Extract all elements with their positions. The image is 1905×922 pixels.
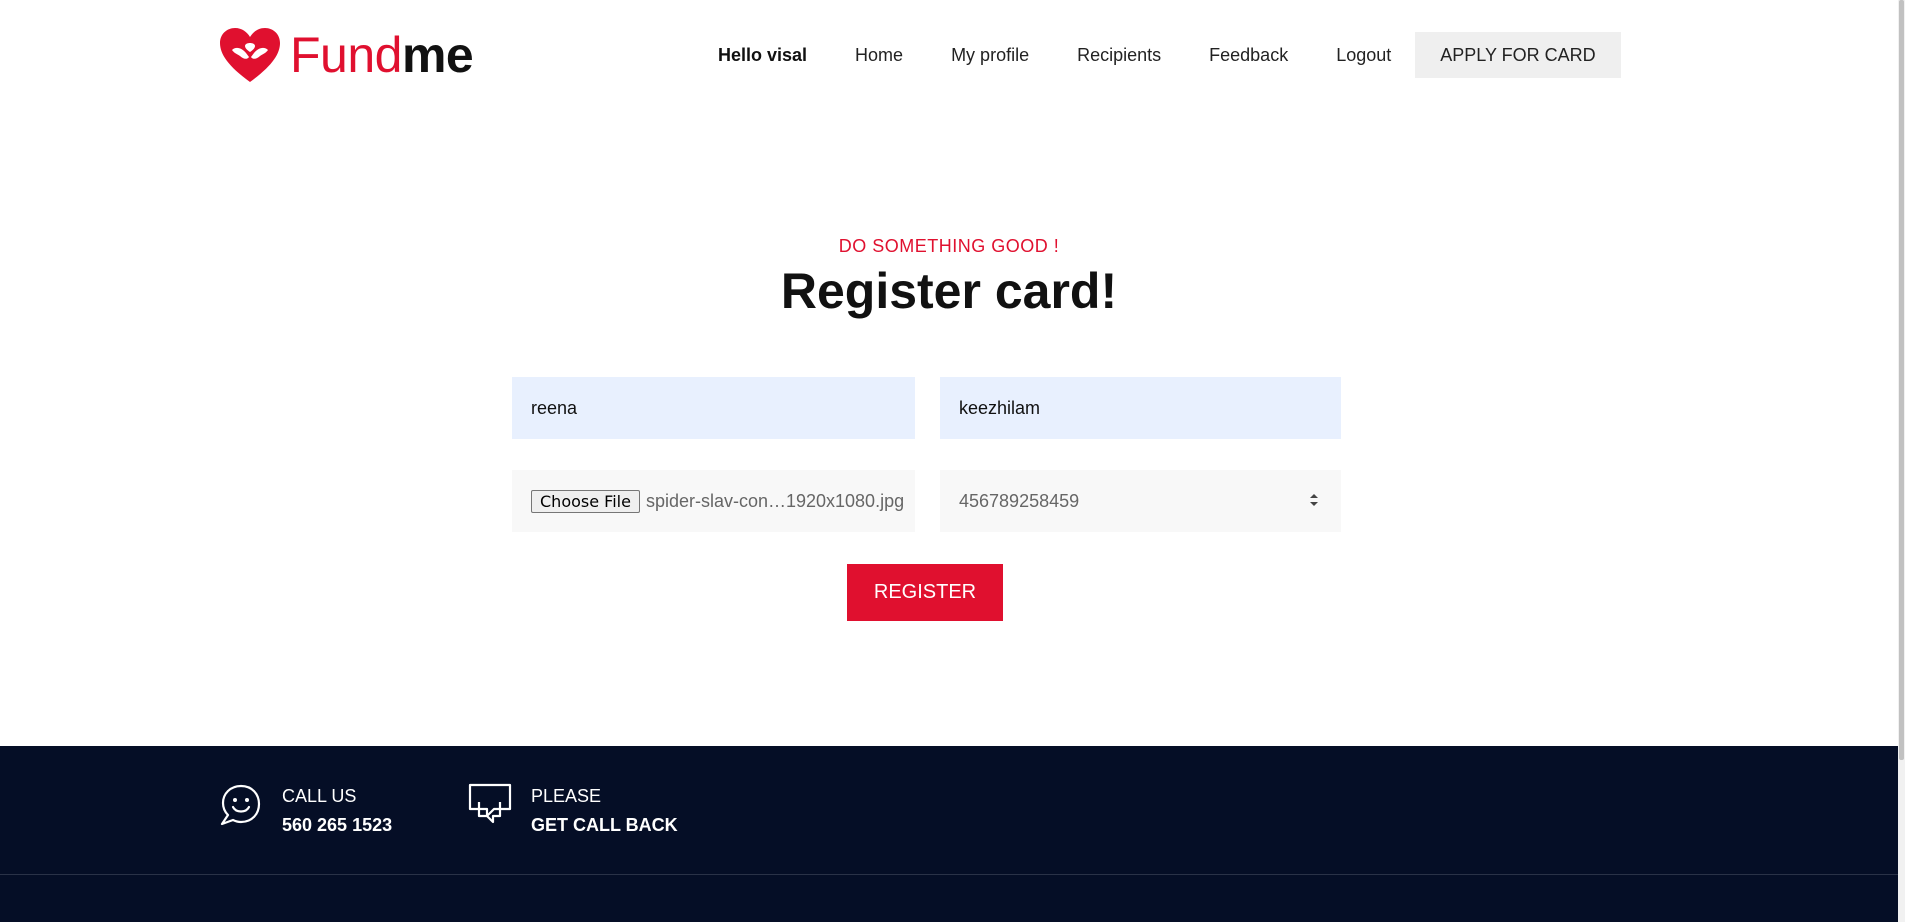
smiley-chat-icon [220,784,261,826]
brand-logo[interactable]: Fundme [218,26,474,84]
call-us-number[interactable]: 560 265 1523 [282,811,392,840]
last-name-field[interactable]: keezhilam [940,377,1341,439]
register-button[interactable]: REGISTER [847,564,1003,621]
apply-for-card-button[interactable]: APPLY FOR CARD [1415,32,1621,78]
choose-file-button[interactable]: Choose File [531,489,640,513]
page-title: Register card! [780,263,1118,319]
nav-greeting[interactable]: Hello visal [718,32,831,78]
call-us-label: CALL US [282,786,357,806]
scrollbar-thumb[interactable] [1899,0,1904,760]
nav-item-my-profile[interactable]: My profile [927,32,1053,78]
brand-wordmark-part2: me [401,27,474,83]
nav-item-logout[interactable]: Logout [1312,32,1415,78]
nav-item-recipients[interactable]: Recipients [1053,32,1185,78]
footer-divider [0,874,1898,875]
brand-wordmark-part1: Fund [290,27,402,83]
nav-item-home[interactable]: Home [831,32,927,78]
section-eyebrow: DO SOMETHING GOOD ! [838,236,1060,256]
card-number-field[interactable]: 456789258459 [940,470,1341,532]
call-us-block: CALL US 560 265 1523 [218,782,392,840]
call-back-block: PLEASE GET CALL BACK [467,782,678,840]
file-upload-field[interactable]: Choose File spider-slav-con…1920x1080.jp… [512,470,915,532]
nav-item-feedback[interactable]: Feedback [1185,32,1312,78]
number-spinner-icon[interactable] [1309,492,1319,508]
brand-wordmark: Fundme [290,27,474,83]
first-name-field[interactable]: reena [512,377,915,439]
main-nav: Hello visal Home My profile Recipients F… [718,32,1621,78]
call-back-label-line1: PLEASE [531,786,602,806]
get-call-back-link[interactable]: GET CALL BACK [531,811,678,840]
card-number-value: 456789258459 [959,490,1080,511]
page-scrollbar[interactable] [1898,0,1905,922]
footer: CALL US 560 265 1523 PLEASE GET CALL BAC… [0,746,1898,922]
selected-file-name: spider-slav-con…1920x1080.jpg [645,490,905,511]
heart-hands-icon [220,28,280,82]
chat-bubbles-icon [468,783,512,824]
